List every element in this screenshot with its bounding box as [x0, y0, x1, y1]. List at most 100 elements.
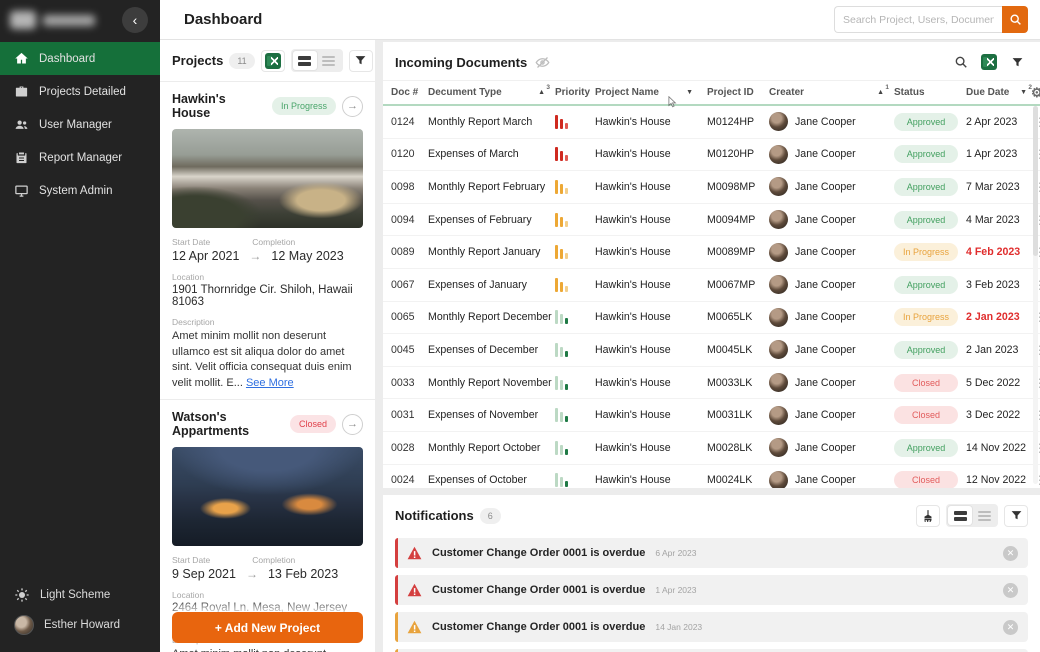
documents-search-button[interactable]: [950, 51, 972, 73]
document-row[interactable]: 0120 Expenses of March Hawkin's House M0…: [383, 139, 1040, 172]
priority-icon: [555, 147, 595, 161]
due-date: 2 Apr 2023: [966, 116, 1031, 128]
document-row[interactable]: 0098 Monthly Report February Hawkin's Ho…: [383, 171, 1040, 204]
view-comfortable-icon[interactable]: [948, 506, 972, 525]
clear-notifications-button[interactable]: [916, 505, 940, 527]
due-date: 3 Dec 2022: [966, 409, 1031, 421]
scrollbar-thumb[interactable]: [1033, 106, 1038, 256]
project-id: M0028LK: [707, 442, 769, 454]
notification-date: 14 Jan 2023: [655, 622, 702, 632]
status-badge: Approved: [894, 341, 958, 359]
documents-export-excel-button[interactable]: [978, 51, 1000, 73]
start-date-label: Start Date: [172, 237, 210, 247]
see-more-link[interactable]: See More: [246, 377, 294, 389]
project-name: Hawkin's House: [595, 311, 707, 323]
col-creator[interactable]: Creater ▲1: [769, 87, 894, 98]
col-project-name[interactable]: Project Name ▼: [595, 87, 707, 98]
sort-asc-icon[interactable]: ▲3: [538, 89, 545, 96]
documents-table-header: Doc # Decument Type ▲3 Priority Project …: [383, 80, 1040, 106]
add-new-project-button[interactable]: + Add New Project: [172, 612, 363, 643]
view-comfortable-icon[interactable]: [293, 51, 317, 70]
documents-filter-button[interactable]: [1006, 51, 1028, 73]
view-compact-icon[interactable]: [972, 506, 996, 525]
filter-icon: [354, 54, 367, 67]
eye-off-icon[interactable]: [535, 55, 550, 70]
sidebar-item-label: Projects Detailed: [39, 86, 126, 98]
sort-desc-icon[interactable]: ▼2: [1020, 89, 1027, 96]
due-date: 4 Feb 2023: [966, 246, 1031, 258]
current-user[interactable]: Esther Howard: [14, 610, 146, 640]
col-doc-number[interactable]: Doc #: [391, 87, 428, 98]
col-due-date[interactable]: Due Date ▼2: [966, 87, 1031, 98]
briefcase-icon: [14, 84, 29, 99]
theme-toggle-label: Light Scheme: [40, 589, 110, 601]
search-input[interactable]: [834, 6, 1002, 33]
project-name: Hawkin's House: [595, 181, 707, 193]
status-badge: Closed: [894, 406, 958, 424]
document-row[interactable]: 0065 Monthly Report December Hawkin's Ho…: [383, 302, 1040, 335]
open-project-button[interactable]: →: [342, 414, 363, 435]
priority-icon: [555, 278, 595, 292]
document-row[interactable]: 0089 Monthly Report January Hawkin's Hou…: [383, 236, 1040, 269]
notifications-header-icons: [916, 504, 1028, 527]
dismiss-notification-icon[interactable]: ✕: [1003, 546, 1018, 561]
sidebar-item-system-admin[interactable]: System Admin: [0, 174, 160, 207]
dismiss-notification-icon[interactable]: ✕: [1003, 583, 1018, 598]
doc-number: 0098: [391, 181, 428, 193]
sidebar-item-report-manager[interactable]: Report Manager: [0, 141, 160, 174]
broom-icon: [921, 509, 935, 523]
document-row[interactable]: 0124 Monthly Report March Hawkin's House…: [383, 106, 1040, 139]
notification-item[interactable]: Customer Change Order 0001 is overdue 1 …: [395, 575, 1028, 605]
search-icon: [1009, 13, 1022, 26]
col-priority[interactable]: Priority: [555, 87, 595, 98]
filter-icon: [1011, 56, 1024, 69]
table-settings-gear-icon[interactable]: ⚙: [1031, 85, 1040, 101]
document-row[interactable]: 0045 Expenses of December Hawkin's House…: [383, 334, 1040, 367]
sort-asc-icon[interactable]: ▲1: [877, 89, 884, 96]
notification-item[interactable]: Customer Change Order 0001 is overdue 6 …: [395, 538, 1028, 568]
app-logo: [10, 11, 95, 29]
document-row[interactable]: 0094 Expenses of February Hawkin's House…: [383, 204, 1040, 237]
document-row[interactable]: 0067 Expenses of January Hawkin's House …: [383, 269, 1040, 302]
creator-avatar: [769, 210, 788, 229]
col-status[interactable]: Status: [894, 87, 966, 98]
col-project-id[interactable]: Project ID: [707, 87, 769, 98]
notifications-view-toggle[interactable]: [946, 504, 998, 527]
project-card[interactable]: Hawkin's House In Progress → Start Date …: [160, 82, 375, 400]
document-type: Expenses of November: [428, 409, 555, 421]
notification-item[interactable]: Customer Change Order 0001 is overdue 14…: [395, 612, 1028, 642]
dismiss-notification-icon[interactable]: ✕: [1003, 620, 1018, 635]
document-row[interactable]: 0031 Expenses of November Hawkin's House…: [383, 399, 1040, 432]
search-button[interactable]: [1002, 6, 1028, 33]
main-area: Dashboard Projects 11: [160, 0, 1040, 652]
document-row[interactable]: 0033 Monthly Report November Hawkin's Ho…: [383, 367, 1040, 400]
document-row[interactable]: 0028 Monthly Report October Hawkin's Hou…: [383, 432, 1040, 465]
doc-number: 0024: [391, 474, 428, 486]
projects-filter-button[interactable]: [349, 50, 373, 72]
description-label: Description: [172, 317, 363, 327]
sidebar-item-user-manager[interactable]: User Manager: [0, 108, 160, 141]
sidebar-item-projects-detailed[interactable]: Projects Detailed: [0, 75, 160, 108]
document-type: Monthly Report February: [428, 181, 555, 193]
projects-view-toggle[interactable]: [291, 49, 343, 72]
filter-icon: [1010, 509, 1023, 522]
creator-name: Jane Cooper: [795, 474, 856, 486]
table-scrollbar[interactable]: [1033, 106, 1038, 484]
open-project-button[interactable]: →: [342, 96, 363, 117]
sidebar-item-dashboard[interactable]: Dashboard: [0, 42, 160, 75]
theme-toggle[interactable]: Light Scheme: [14, 580, 146, 610]
view-compact-icon[interactable]: [317, 51, 341, 70]
sidebar-collapse-button[interactable]: ‹: [122, 7, 148, 33]
notifications-filter-button[interactable]: [1004, 505, 1028, 527]
projects-list[interactable]: Hawkin's House In Progress → Start Date …: [160, 82, 375, 652]
sidebar-item-label: Report Manager: [39, 152, 122, 164]
project-name: Hawkin's House: [595, 344, 707, 356]
creator-name: Jane Cooper: [795, 116, 856, 128]
export-excel-button[interactable]: [261, 50, 285, 72]
status-badge: Closed: [894, 374, 958, 392]
dropdown-caret-icon[interactable]: ▼: [686, 89, 693, 96]
document-row[interactable]: 0024 Expenses of October Hawkin's House …: [383, 465, 1040, 488]
doc-number: 0045: [391, 344, 428, 356]
due-date: 4 Mar 2023: [966, 214, 1031, 226]
col-document-type[interactable]: Decument Type ▲3: [428, 87, 555, 98]
